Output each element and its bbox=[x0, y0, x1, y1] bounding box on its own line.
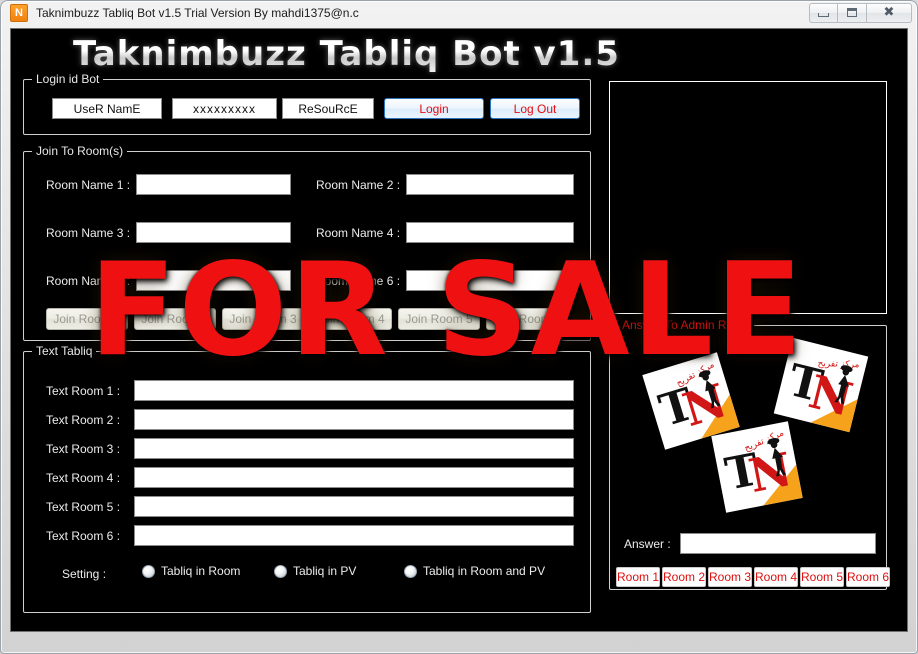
brand-logo-card: T N مرکز تفریح bbox=[711, 421, 803, 513]
join-room-4-button[interactable]: Join Room 4 bbox=[310, 308, 392, 330]
login-button[interactable]: Login bbox=[384, 98, 484, 119]
text-room-6-input[interactable] bbox=[134, 525, 574, 546]
text-room-1-label: Text Room 1 : bbox=[46, 384, 121, 398]
radio-icon bbox=[142, 564, 155, 578]
logout-button[interactable]: Log Out bbox=[490, 98, 580, 119]
text-room-3-input[interactable] bbox=[134, 438, 574, 459]
answer-room-2-button[interactable]: Room 2 bbox=[662, 567, 706, 587]
admin-room-group-legend: Answer To Admin Room bbox=[618, 318, 754, 332]
join-room-5-button[interactable]: Join Room 5 bbox=[398, 308, 480, 330]
radio-tabliq-in-room-and-pv[interactable]: Tabliq in Room and PV bbox=[404, 564, 545, 578]
close-icon: ✖ bbox=[883, 5, 895, 20]
radio-tabliq-in-pv-label: Tabliq in PV bbox=[293, 564, 357, 578]
login-group-legend: Login id Bot bbox=[32, 72, 104, 86]
page-title: Taknimbuzz Tabliq Bot v1.5 bbox=[73, 34, 620, 74]
text-room-5-input[interactable] bbox=[134, 496, 574, 517]
radio-tabliq-in-room[interactable]: Tabliq in Room bbox=[142, 564, 240, 578]
client-area: Taknimbuzz Tabliq Bot v1.5 Login id Bot … bbox=[10, 28, 908, 632]
brand-logo-card: T N مرکز تفریح bbox=[773, 337, 869, 433]
text-tabliq-group: Text Tabliq Text Room 1 : Text Room 2 : … bbox=[23, 344, 591, 613]
answer-room-6-button[interactable]: Room 6 bbox=[846, 567, 890, 587]
answer-label: Answer : bbox=[624, 537, 671, 551]
text-room-2-input[interactable] bbox=[134, 409, 574, 430]
login-group: Login id Bot Login Log Out bbox=[23, 72, 591, 135]
room-name-6-input[interactable] bbox=[406, 270, 574, 291]
text-room-3-label: Text Room 3 : bbox=[46, 442, 121, 456]
room-name-3-input[interactable] bbox=[136, 222, 291, 243]
app-icon: N bbox=[10, 4, 28, 22]
window-controls: ✖ bbox=[809, 2, 912, 23]
close-button[interactable]: ✖ bbox=[867, 2, 912, 23]
room-name-1-input[interactable] bbox=[136, 174, 291, 195]
join-room-3-button[interactable]: Join Room 3 bbox=[222, 308, 304, 330]
username-input[interactable] bbox=[52, 98, 162, 119]
setting-label: Setting : bbox=[62, 567, 107, 581]
text-room-5-label: Text Room 5 : bbox=[46, 500, 121, 514]
room-name-5-label: Room Name 5 : bbox=[46, 274, 131, 288]
room-name-3-label: Room Name 3 : bbox=[46, 226, 131, 240]
maximize-button[interactable] bbox=[838, 2, 867, 23]
join-room-1-button[interactable]: Join Room 1 bbox=[46, 308, 128, 330]
resource-input[interactable] bbox=[282, 98, 374, 119]
maximize-icon bbox=[847, 8, 857, 17]
room-name-4-label: Room Name 4 : bbox=[316, 226, 401, 240]
text-room-4-input[interactable] bbox=[134, 467, 574, 488]
room-name-1-label: Room Name 1 : bbox=[46, 178, 131, 192]
join-room-2-button[interactable]: Join Room 2 bbox=[134, 308, 216, 330]
radio-icon bbox=[274, 564, 287, 578]
text-room-1-input[interactable] bbox=[134, 380, 574, 401]
log-output-panel[interactable] bbox=[609, 81, 887, 314]
minimize-icon bbox=[818, 12, 829, 17]
join-room-6-button[interactable]: Join Room 6 bbox=[486, 308, 568, 330]
answer-room-1-button[interactable]: Room 1 bbox=[616, 567, 660, 587]
text-room-6-label: Text Room 6 : bbox=[46, 529, 121, 543]
window-title: Taknimbuzz Tabliq Bot v1.5 Trial Version… bbox=[36, 6, 359, 20]
room-name-2-label: Room Name 2 : bbox=[316, 178, 401, 192]
text-room-2-label: Text Room 2 : bbox=[46, 413, 121, 427]
title-bar: N Taknimbuzz Tabliq Bot v1.5 Trial Versi… bbox=[0, 0, 918, 26]
join-rooms-group-legend: Join To Room(s) bbox=[32, 144, 128, 158]
answer-room-3-button[interactable]: Room 3 bbox=[708, 567, 752, 587]
answer-input[interactable] bbox=[680, 533, 876, 554]
text-room-4-label: Text Room 4 : bbox=[46, 471, 121, 485]
radio-icon bbox=[404, 564, 417, 578]
admin-room-group: Answer To Admin Room T N مرکز تفریح T N … bbox=[609, 318, 890, 590]
room-name-2-input[interactable] bbox=[406, 174, 574, 195]
password-input[interactable] bbox=[172, 98, 277, 119]
radio-tabliq-in-room-label: Tabliq in Room bbox=[161, 564, 241, 578]
radio-tabliq-in-room-and-pv-label: Tabliq in Room and PV bbox=[423, 564, 546, 578]
room-name-5-input[interactable] bbox=[136, 270, 291, 291]
join-rooms-group: Join To Room(s) Room Name 1 : Room Name … bbox=[23, 144, 591, 341]
text-tabliq-group-legend: Text Tabliq bbox=[32, 344, 97, 358]
room-name-6-label: Room Name 6 : bbox=[316, 274, 401, 288]
radio-tabliq-in-pv[interactable]: Tabliq in PV bbox=[274, 564, 356, 578]
answer-room-4-button[interactable]: Room 4 bbox=[754, 567, 798, 587]
room-name-4-input[interactable] bbox=[406, 222, 574, 243]
minimize-button[interactable] bbox=[809, 2, 838, 23]
application-window: N Taknimbuzz Tabliq Bot v1.5 Trial Versi… bbox=[0, 0, 918, 654]
answer-room-5-button[interactable]: Room 5 bbox=[800, 567, 844, 587]
